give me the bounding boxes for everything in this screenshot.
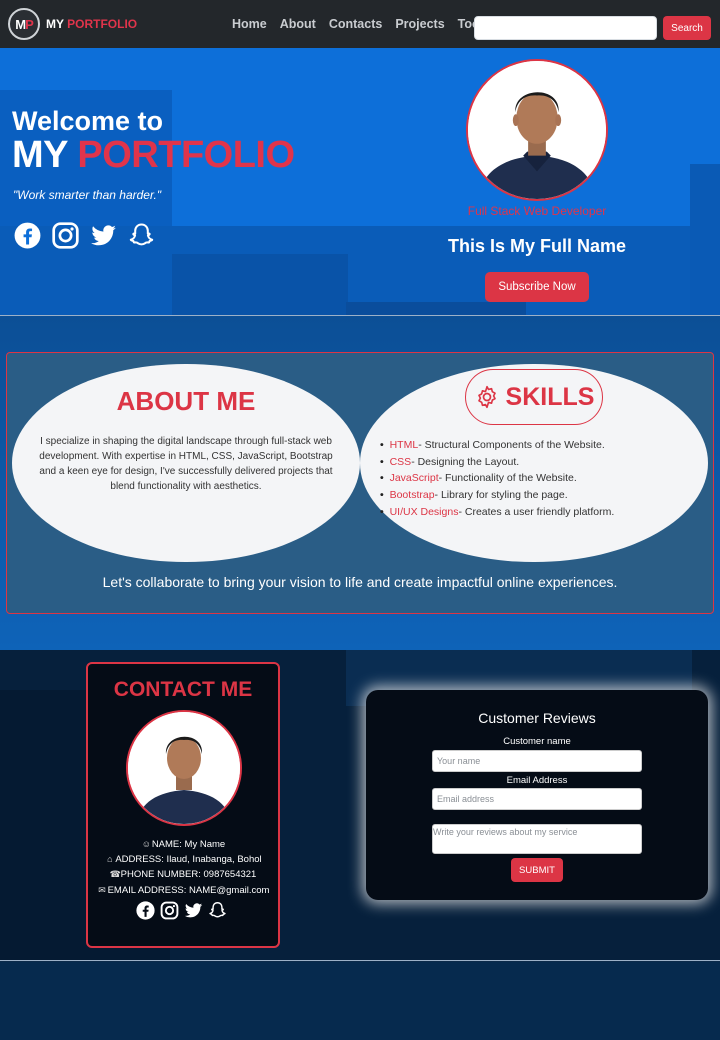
brand-logo[interactable]: MP <box>8 8 40 40</box>
email-address-label: Email Address <box>506 775 568 786</box>
phone-icon: ☎ <box>109 869 121 880</box>
instagram-icon[interactable] <box>52 222 79 249</box>
skills-header: SKILLS <box>465 369 603 425</box>
snapchat-icon[interactable] <box>128 222 155 249</box>
profile-photo <box>466 59 608 201</box>
about-me-text: I specialize in shaping the digital land… <box>39 436 333 492</box>
facebook-icon[interactable] <box>136 901 155 920</box>
background-block <box>172 254 348 316</box>
list-item: HTML- Structural Components of the Websi… <box>380 437 614 454</box>
contact-phone-row: ☎PHONE NUMBER: 0987654321 <box>88 867 278 882</box>
contact-address: ADDRESS: Ilaud, Inabanga, Bohol <box>115 854 262 866</box>
full-name: This Is My Full Name <box>447 236 627 256</box>
review-textarea[interactable] <box>432 824 642 854</box>
hero-social-links <box>14 222 166 249</box>
navbar: MP MY PORTFOLIO Home About Contacts Proj… <box>0 0 720 48</box>
skill-name: UI/UX Designs <box>389 505 459 518</box>
skills-title: SKILLS <box>505 382 595 411</box>
skill-description: - Designing the Layout. <box>411 455 520 468</box>
background-block <box>346 302 526 316</box>
tagline-quote: "Work smarter than harder." <box>13 188 162 202</box>
collaboration-text: Let's collaborate to bring your vision t… <box>102 574 618 590</box>
customer-name-input[interactable] <box>432 750 642 772</box>
about-me-panel: ABOUT ME I specialize in shaping the dig… <box>12 364 360 562</box>
envelope-icon: ✉ <box>98 884 106 895</box>
nav-contacts[interactable]: Contacts <box>329 17 382 31</box>
home-icon: ⌂ <box>107 854 113 865</box>
brand-text[interactable]: MY PORTFOLIO <box>46 17 137 31</box>
contact-photo-illustration <box>128 712 240 824</box>
background-block <box>690 164 720 316</box>
logo-letter-m: M <box>15 16 26 32</box>
submit-button[interactable]: SUBMIT <box>511 858 563 882</box>
contact-me-title: CONTACT ME <box>113 678 253 701</box>
section-divider <box>0 960 720 961</box>
snapchat-icon[interactable] <box>208 901 227 920</box>
brand[interactable]: MP MY PORTFOLIO <box>8 8 137 40</box>
nav-links: Home About Contacts Projects Tools <box>232 0 503 48</box>
contact-email: EMAIL ADDRESS: NAME@gmail.com <box>107 884 270 896</box>
contact-photo <box>126 710 242 826</box>
skill-description: - Library for styling the page. <box>434 489 568 502</box>
portfolio-heading-red: PORTFOLIO <box>77 134 295 176</box>
user-icon: ☺ <box>141 839 151 849</box>
hero-section: Welcome to MY PORTFOLIO "Work smarter th… <box>0 48 720 316</box>
email-address-input[interactable] <box>432 788 642 810</box>
subscribe-button[interactable]: Subscribe Now <box>485 272 589 302</box>
footer-band <box>0 962 720 1040</box>
profile-photo-illustration <box>468 61 606 199</box>
reviews-title: Customer Reviews <box>478 710 596 726</box>
skill-description: - Functionality of the Website. <box>438 472 577 485</box>
facebook-icon[interactable] <box>14 222 41 249</box>
brand-text-white: MY <box>46 17 64 31</box>
customer-name-label: Customer name <box>503 736 571 747</box>
contact-details: ☺NAME: My Name ⌂ ADDRESS: Ilaud, Inabanga… <box>88 837 278 898</box>
skill-description: - Creates a user friendly platform. <box>458 505 615 518</box>
contact-name-row: ☺NAME: My Name <box>88 837 278 852</box>
brand-text-red: PORTFOLIO <box>67 17 138 31</box>
nav-about[interactable]: About <box>280 17 316 31</box>
contact-address-row: ⌂ ADDRESS: Ilaud, Inabanga, Bohol <box>88 852 278 867</box>
skill-description: - Structural Components of the Website. <box>418 439 605 451</box>
logo-letter-p: P <box>25 16 34 32</box>
welcome-heading: Welcome to <box>12 106 164 136</box>
gear-icon <box>477 385 496 409</box>
twitter-icon[interactable] <box>184 901 203 920</box>
skills-panel: SKILLS HTML- Structural Components of th… <box>360 364 708 562</box>
search-button[interactable]: Search <box>663 16 711 40</box>
contact-email-row: ✉ EMAIL ADDRESS: NAME@gmail.com <box>88 883 278 898</box>
list-item: UI/UX Designs- Creates a user friendly p… <box>380 504 615 521</box>
skills-list: HTML- Structural Components of the Websi… <box>380 437 615 521</box>
list-item: CSS- Designing the Layout. <box>380 454 614 471</box>
twitter-icon[interactable] <box>90 222 117 249</box>
nav-projects[interactable]: Projects <box>395 17 444 31</box>
portfolio-heading: MY PORTFOLIO <box>12 134 295 177</box>
portfolio-heading-white: MY <box>12 134 68 176</box>
instagram-icon[interactable] <box>160 901 179 920</box>
skill-name: JavaScript <box>389 472 439 485</box>
about-me-title: ABOUT ME <box>116 386 256 416</box>
list-item: Bootstrap- Library for styling the page. <box>380 487 614 504</box>
contact-phone: PHONE NUMBER: 0987654321 <box>120 869 257 881</box>
skill-name: HTML <box>389 439 419 451</box>
skill-name: Bootstrap <box>389 489 435 502</box>
list-item: JavaScript- Functionality of the Website… <box>380 470 614 487</box>
nav-home[interactable]: Home <box>232 17 267 31</box>
contact-card: CONTACT ME ☺NAME: My Name ⌂ ADDRESS: Ilau… <box>86 662 280 948</box>
search-input[interactable] <box>474 16 657 40</box>
skill-name: CSS <box>389 455 412 468</box>
contact-name: NAME: My Name <box>151 839 226 850</box>
job-title: Full Stack Web Developer <box>467 204 607 218</box>
customer-reviews-form: Customer Reviews Customer name Email Add… <box>366 690 708 900</box>
contact-social-links <box>136 901 232 920</box>
